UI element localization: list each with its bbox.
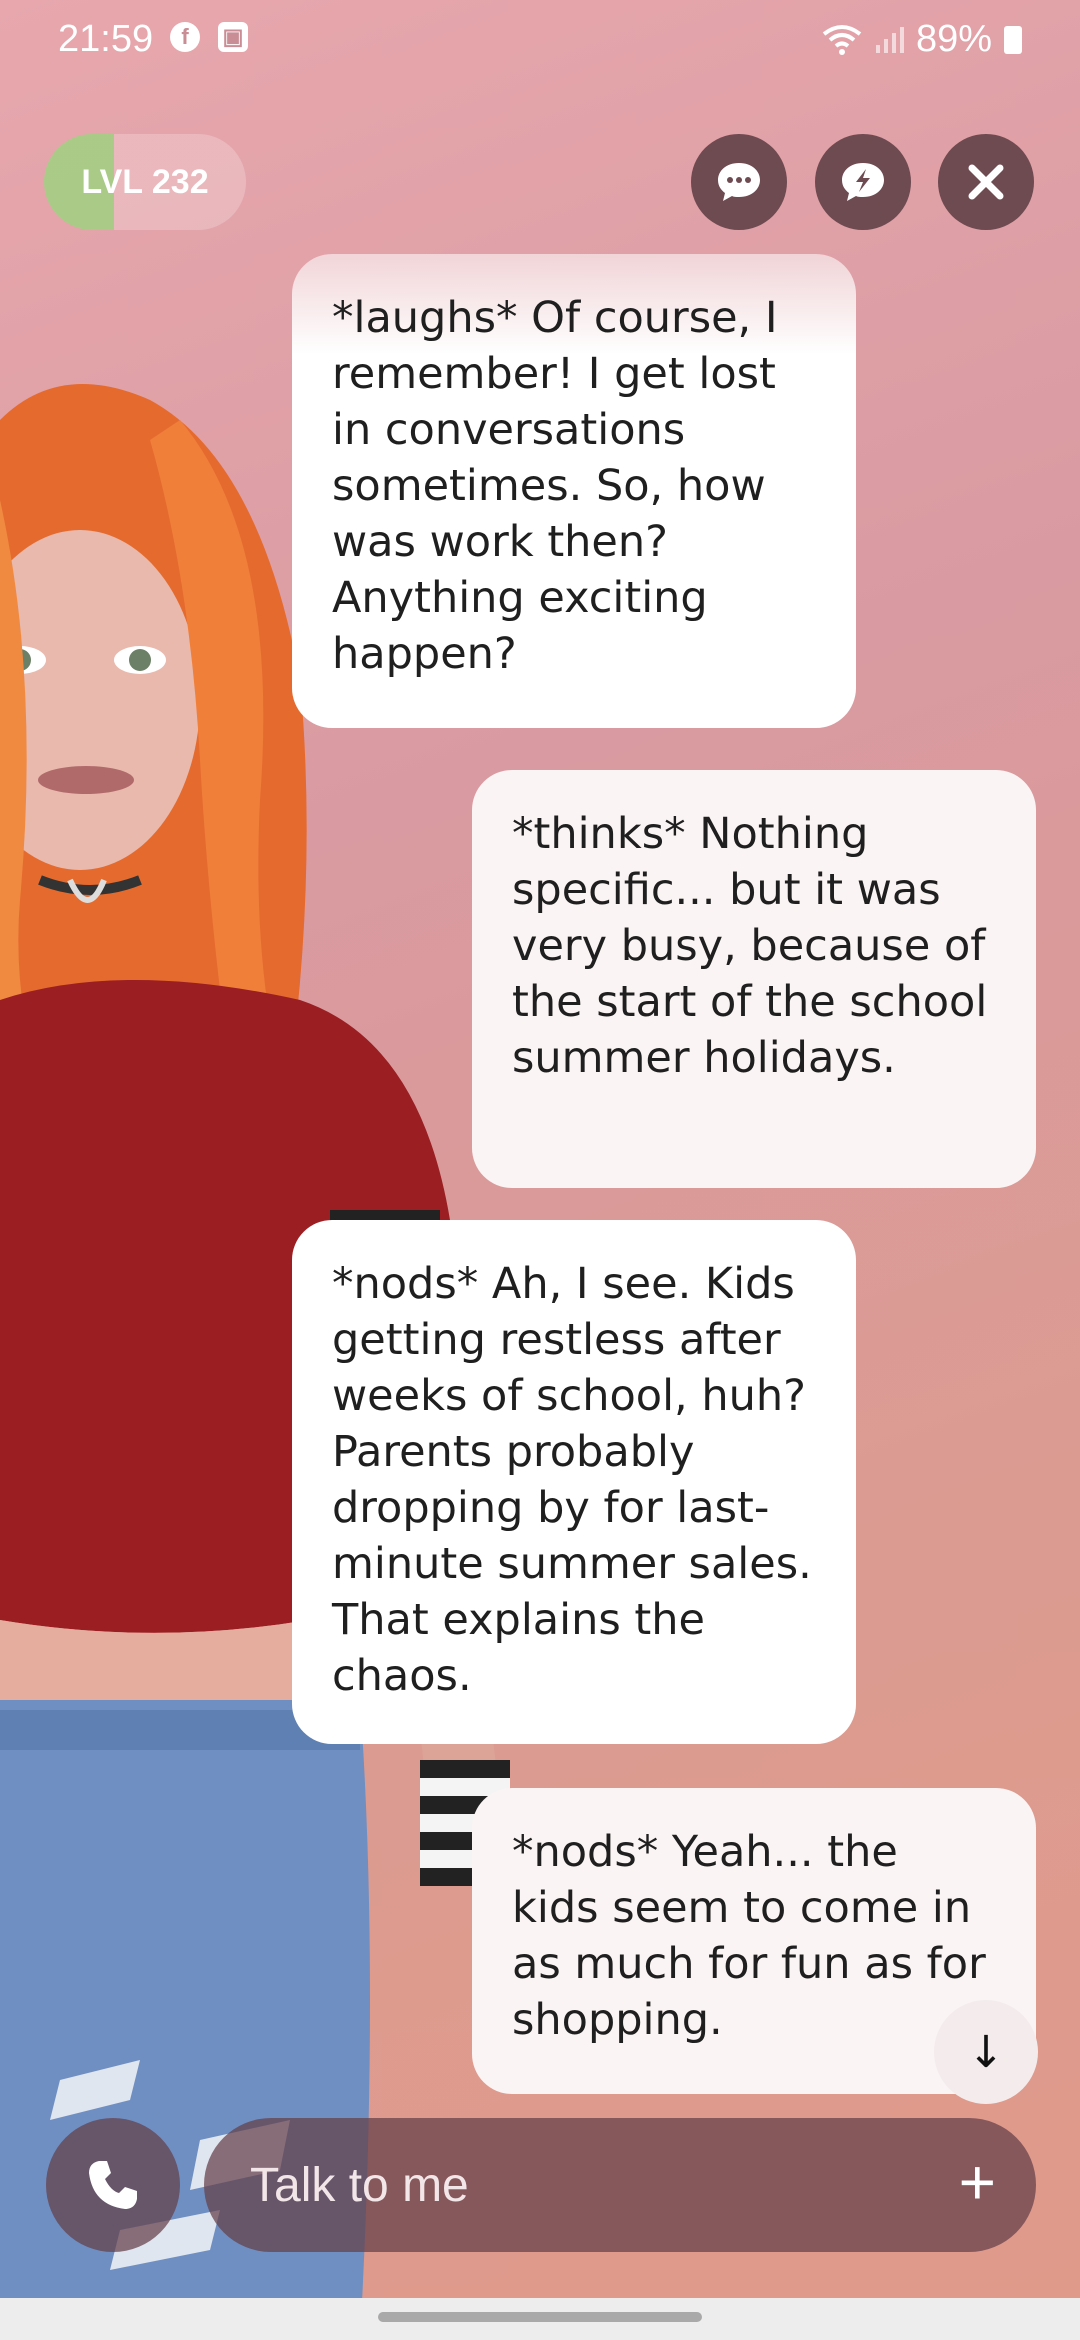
home-indicator[interactable] [378,2312,702,2322]
level-badge[interactable]: LVL 232 [44,134,246,230]
plus-icon[interactable]: + [959,2146,996,2218]
scroll-to-bottom-button[interactable]: ↓ [934,2000,1038,2104]
facebook-icon: f [170,22,200,52]
chat-bubble-icon [718,163,760,201]
message-input-placeholder: Talk to me [250,2159,469,2212]
close-icon [968,164,1004,200]
system-nav-bar [0,2298,1080,2340]
message-input[interactable]: Talk to me + [204,2118,1036,2252]
quick-chat-button[interactable] [815,134,911,230]
battery-icon [1004,25,1022,54]
arrow-down-icon: ↓ [967,2026,1005,2078]
wifi-icon [822,24,862,55]
close-button[interactable] [938,134,1034,230]
ai-message: *nods* Ah, I see. Kids getting restless … [292,1220,856,1744]
phone-icon [89,2161,137,2209]
ai-message: *laughs* Of course, I remember! I get lo… [292,254,856,728]
signal-icon [875,26,904,53]
notification-icon: ▣ [218,22,248,52]
status-bar: 21:59 f ▣ 89% [0,0,1080,80]
lightning-chat-icon [842,163,884,201]
battery-percent: 89% [915,18,992,60]
chat-button[interactable] [691,134,787,230]
call-button[interactable] [46,2118,180,2252]
status-time: 21:59 [58,18,154,60]
user-message: *thinks* Nothing specific... but it was … [472,770,1036,1188]
